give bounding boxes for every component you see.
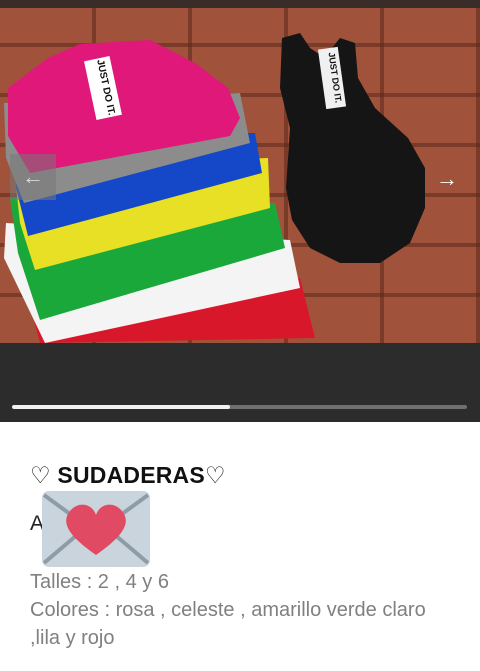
shirt-black (280, 33, 425, 263)
carousel-progress-fill (12, 405, 231, 409)
post-details: Talles : 2 , 4 y 6 Colores : rosa , cele… (30, 568, 460, 652)
post-body: ♡ SUDADERAS♡ A Talles : 2 , 4 y 6 Colore… (0, 422, 480, 671)
carousel-bottom-bar (0, 343, 480, 422)
colors-text: Colores : rosa , celeste , amarillo verd… (30, 599, 426, 649)
sizes-text: Talles : 2 , 4 y 6 (30, 571, 169, 593)
post-title: ♡ SUDADERAS♡ (30, 462, 226, 488)
image-carousel[interactable]: JUST DO IT. JUST DO IT. ← → (0, 0, 480, 422)
carousel-progress (12, 405, 467, 409)
next-image-button[interactable]: → (424, 156, 470, 202)
top-strip (0, 0, 480, 8)
previous-image-button[interactable]: ← (10, 154, 56, 200)
love-letter-envelope-icon (42, 491, 150, 567)
arrow-left-icon: ← (22, 164, 44, 189)
product-photo: JUST DO IT. JUST DO IT. (0, 8, 480, 343)
arrow-right-icon: → (436, 166, 458, 191)
